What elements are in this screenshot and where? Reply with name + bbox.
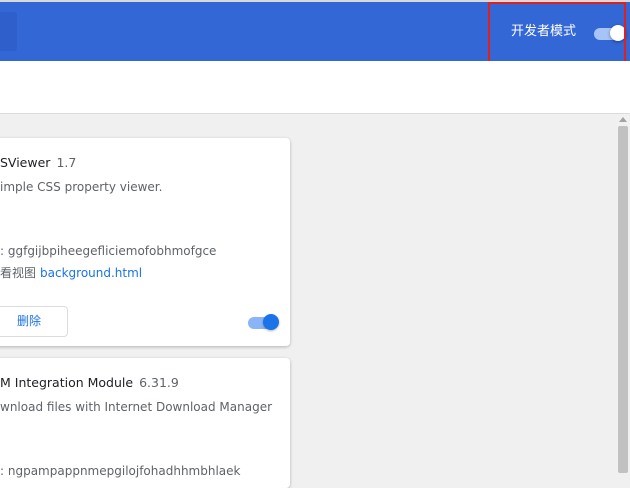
extension-card: M Integration Module 6.31.9 wnload files … — [0, 358, 290, 488]
extension-card: SViewer 1.7 imple CSS property viewer. : … — [0, 138, 290, 346]
toolbar: 开发者模式 — [0, 0, 630, 64]
extension-title: SViewer 1.7 — [0, 155, 76, 170]
extension-enable-toggle-thumb — [263, 314, 279, 330]
extension-id: : ggfgijbpiheegefliciemofobhmofgce — [0, 244, 217, 258]
window-top-edge — [0, 0, 630, 2]
developer-mode-label: 开发者模式 — [511, 24, 577, 39]
extension-name: M Integration Module — [0, 375, 134, 390]
developer-mode-toggle-thumb — [610, 25, 626, 41]
scrollbar-thumb[interactable] — [618, 126, 628, 473]
extension-id: : ngpampappnmepgilojfohadhhmbhlaek — [0, 464, 241, 478]
developer-actions-bar — [0, 61, 630, 114]
scrollbar[interactable] — [616, 114, 630, 473]
extension-version: 6.31.9 — [139, 375, 179, 390]
inspect-views-label: 看视图 — [0, 266, 37, 280]
extension-description: imple CSS property viewer. — [0, 180, 163, 194]
search-box[interactable] — [0, 12, 17, 51]
remove-button[interactable]: 删除 — [0, 306, 68, 337]
extension-version: 1.7 — [56, 155, 77, 170]
background-page-link[interactable]: background.html — [40, 266, 142, 280]
developer-mode-toggle[interactable] — [594, 24, 626, 42]
extension-title: M Integration Module 6.31.9 — [0, 375, 179, 390]
extension-name: SViewer — [0, 155, 51, 170]
extension-description: wnload files with Internet Download Mana… — [0, 400, 273, 414]
extension-enable-toggle[interactable] — [248, 314, 282, 332]
extension-inspect-views: 看视图 background.html — [0, 264, 142, 281]
scroll-up-arrow-icon[interactable] — [619, 117, 627, 122]
